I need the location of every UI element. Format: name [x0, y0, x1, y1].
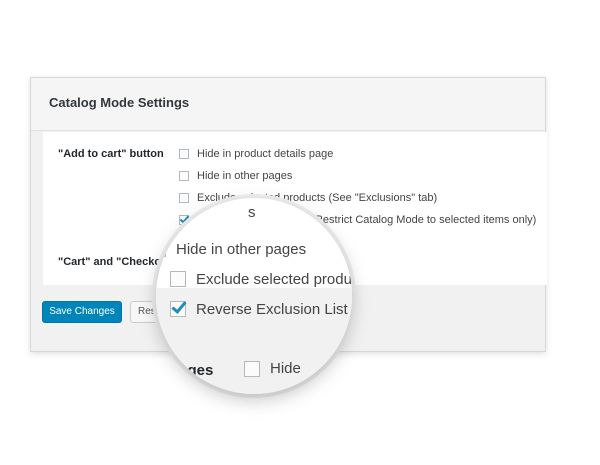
checkbox-checked: [170, 301, 186, 317]
option-label: Hide in other pages: [197, 170, 293, 182]
save-changes-button[interactable]: Save Changes: [42, 301, 122, 323]
checkbox: [156, 241, 166, 257]
checkbox: [170, 271, 186, 287]
option-hide-other-pages[interactable]: Hide in other pages: [179, 169, 292, 183]
option-hide-product-details[interactable]: Hide in product details page: [179, 147, 333, 161]
checkbox[interactable]: [179, 171, 189, 181]
panel-header: Catalog Mode Settings: [31, 78, 545, 131]
option-label: Hide in other pages: [176, 240, 307, 258]
magnifier-option-exclude-selected: Exclude selected products: [170, 269, 352, 289]
panel-title: Catalog Mode Settings: [49, 95, 190, 110]
magnifier-option-reverse-exclusion: Reverse Exclusion List (Restrict: [170, 299, 352, 319]
magnifier-content: s Hide in other pages Exclude selected p…: [156, 198, 352, 394]
checkbox: [244, 360, 260, 377]
magnifier-top-fragment: s: [248, 204, 256, 221]
option-label: Exclude selected products: [196, 270, 352, 288]
option-label: Hide: [270, 360, 301, 377]
page: Catalog Mode Settings "Add to cart" butt…: [0, 0, 600, 465]
option-label: Reverse Exclusion List (Restrict: [196, 300, 352, 318]
magnifier-option-hide-other-pages: Hide in other pages: [156, 239, 307, 259]
magnifier-hide-option: Hide: [244, 360, 301, 377]
checkbox[interactable]: [179, 149, 189, 159]
magnifier-pages-fragment: pages: [170, 362, 214, 379]
magnifier-lens: s Hide in other pages Exclude selected p…: [156, 198, 352, 394]
add-to-cart-label: "Add to cart" button: [58, 148, 164, 160]
option-label: Hide in product details page: [197, 148, 334, 160]
